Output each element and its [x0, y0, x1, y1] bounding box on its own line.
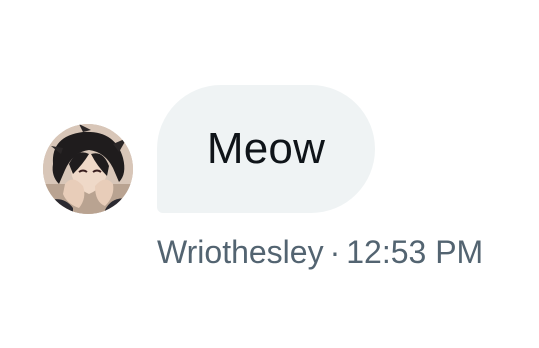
- message-meta: Wriothesley · 12:53 PM: [157, 234, 483, 271]
- meta-separator: ·: [329, 234, 341, 270]
- message-timestamp: 12:53 PM: [346, 234, 484, 270]
- sender-name: Wriothesley: [157, 234, 324, 270]
- message-text: Meow: [206, 124, 326, 173]
- message-bubble[interactable]: Meow: [157, 85, 375, 213]
- avatar-image-icon: [43, 124, 133, 214]
- message-row: Meow Wriothesley · 12:53 PM: [0, 0, 539, 348]
- sender-avatar[interactable]: [43, 124, 133, 214]
